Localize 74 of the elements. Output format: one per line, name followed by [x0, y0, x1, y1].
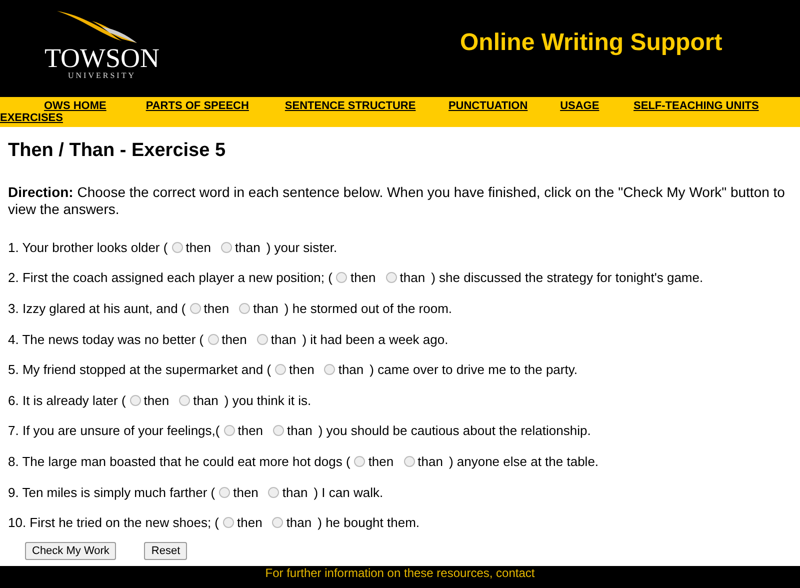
option-label[interactable]: then [222, 332, 247, 347]
option-label[interactable]: then [186, 240, 212, 255]
reset-button[interactable]: Reset [144, 542, 188, 560]
site-title: Online Writing Support [460, 28, 722, 56]
radio-button[interactable] [208, 334, 219, 345]
radio-button[interactable] [256, 334, 268, 345]
option-label[interactable]: than [418, 454, 443, 469]
nav-link[interactable]: EXERCISES [0, 112, 63, 124]
radio-button[interactable] [239, 302, 250, 314]
option-label[interactable]: than [286, 515, 312, 530]
radio-button[interactable] [224, 425, 235, 436]
question-text: 5. My friend stopped at the supermarket and ( [8, 362, 272, 378]
option-label[interactable]: than [287, 423, 312, 438]
radio-button[interactable] [275, 364, 286, 376]
nav-link[interactable]: PARTS OF SPEECH [146, 100, 249, 112]
radio-button[interactable] [219, 486, 230, 498]
option-label[interactable]: than [253, 300, 278, 316]
option-label[interactable]: than [400, 270, 426, 286]
question-text: ) he bought them. [318, 515, 420, 530]
question-text: ) it had been a week ago. [302, 332, 448, 347]
radio-button[interactable] [272, 517, 284, 528]
university-logo: TOWSON UNIVERSITY [22, 8, 172, 88]
nav-link[interactable]: PUNCTUATION [448, 100, 528, 112]
question-text: ) anyone else at the table. [448, 454, 599, 469]
question-text: ) you should be cautious about the relationship. [318, 423, 591, 438]
option-label[interactable]: then [289, 362, 314, 378]
option-label[interactable]: then [144, 392, 170, 408]
option-label[interactable]: than [270, 332, 296, 347]
radio-button[interactable] [223, 517, 234, 528]
radio-button[interactable] [404, 456, 415, 467]
question-text: 4. The news today was no better ( [8, 332, 204, 347]
question-text: ) came over to drive me to the party. [370, 362, 578, 378]
radio-button[interactable] [354, 456, 366, 467]
question-text: ) he stormed out of the room. [284, 300, 452, 316]
footer-text: For further information on these resources, contact [265, 566, 535, 580]
option-label[interactable]: then [237, 515, 262, 530]
radio-button[interactable] [386, 272, 397, 284]
nav-link[interactable]: OWS HOME [44, 100, 106, 112]
question-text: ) she discussed the strategy for tonight's game. [431, 270, 704, 286]
option-label[interactable]: than [338, 362, 364, 378]
radio-button[interactable] [336, 272, 348, 284]
nav-link[interactable]: USAGE [560, 100, 600, 112]
option-label[interactable]: than [193, 392, 218, 408]
question-text: 7. If you are unsure of your feelings,( [8, 423, 220, 438]
question-text: 10. First he tried on the new shoes; ( [8, 515, 219, 530]
question-text: 9. Ten miles is simply much farther ( [8, 484, 216, 500]
nav-link[interactable]: SELF-TEACHING UNITS [634, 100, 759, 112]
option-label[interactable]: then [368, 454, 394, 469]
nav-link[interactable]: SENTENCE STRUCTURE [284, 100, 416, 112]
option-label[interactable]: then [233, 484, 258, 500]
radio-button[interactable] [190, 302, 201, 314]
option-label[interactable]: then [204, 300, 230, 316]
question-text: 6. It is already later ( [8, 392, 126, 408]
question-text: ) you think it is. [224, 392, 312, 408]
radio-button[interactable] [221, 242, 232, 253]
radio-button[interactable] [172, 242, 183, 253]
option-label[interactable]: than [235, 240, 260, 255]
question-text: 1. Your brother looks older ( [8, 240, 168, 255]
radio-button[interactable] [324, 364, 336, 376]
radio-button[interactable] [268, 486, 280, 498]
question-text: 2. First the coach assigned each player a new position; ( [8, 270, 332, 286]
page-title: Then / Than - Exercise 5 [8, 140, 227, 162]
question-text: ) your sister. [266, 240, 338, 255]
radio-button[interactable] [130, 394, 141, 406]
option-label[interactable]: then [350, 270, 376, 286]
radio-button[interactable] [273, 425, 284, 436]
option-label[interactable]: than [282, 484, 308, 500]
check-button[interactable]: Check My Work [25, 542, 116, 560]
question-text: 8. The large man boasted that he could eat more hot dogs ( [8, 454, 350, 469]
question-text: 3. Izzy glared at his aunt, and ( [8, 300, 186, 316]
radio-button[interactable] [179, 394, 190, 406]
direction-text: Direction: Choose the correct word in each sentence below. When you have finished, click on the "Check My Work" button to view the answers. [8, 184, 786, 218]
question-text: ) I can walk. [314, 484, 384, 500]
option-label[interactable]: then [238, 423, 264, 438]
